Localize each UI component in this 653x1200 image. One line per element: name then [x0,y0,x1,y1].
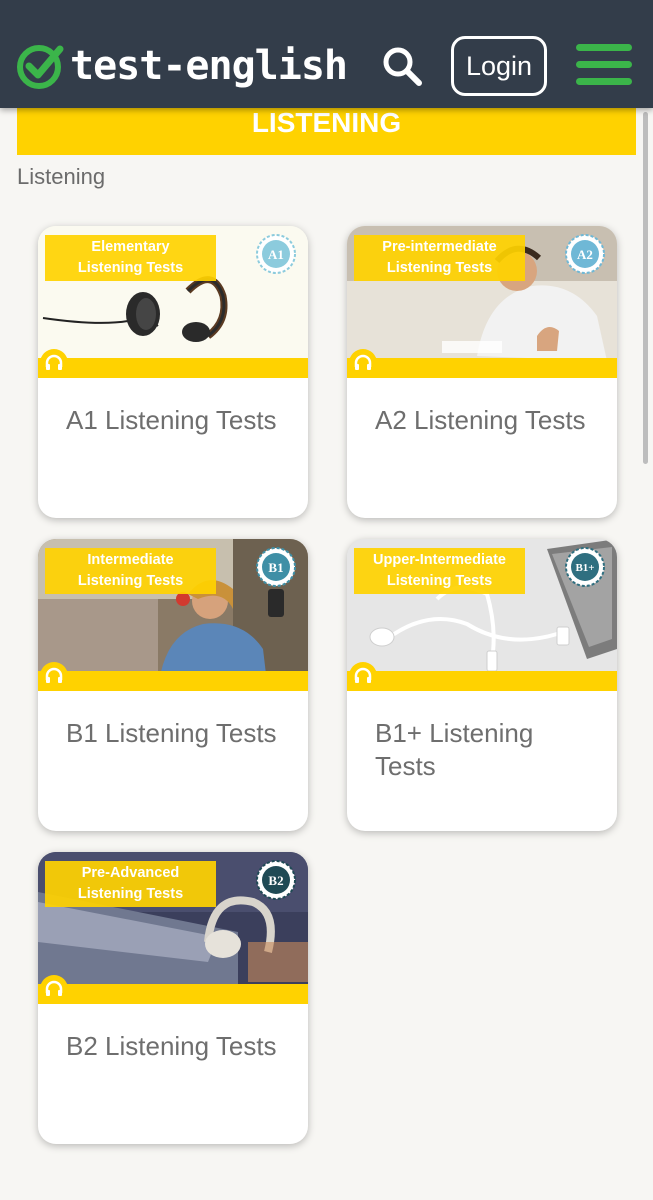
level-badge-icon: B1+ [565,547,605,587]
card-title[interactable]: A1 Listening Tests [66,404,286,437]
image-strip [38,358,308,378]
site-logo[interactable]: test-english [16,40,348,92]
search-button[interactable] [380,44,424,88]
hamburger-menu-icon [576,44,632,51]
badge-text: A1 [268,247,284,262]
label-line: Pre-Advanced [81,865,180,881]
level-badge-icon: A2 [565,234,605,274]
level-badge-icon: B2 [256,860,296,900]
card-image: Pre-intermediate Listening Tests A2 [347,226,617,378]
card-image: Upper-Intermediate Listening Tests B1+ [347,539,617,691]
badge-text: A2 [577,247,593,262]
image-strip [38,984,308,1004]
level-badge-icon: A1 [256,234,296,274]
image-strip [347,358,617,378]
card-a1-listening[interactable]: Elementary Listening Tests A1 A1 Listeni… [38,226,308,518]
card-title[interactable]: B2 Listening Tests [66,1030,286,1063]
image-strip [347,671,617,691]
image-strip [38,671,308,691]
card-image-label: Intermediate Listening Tests [45,548,216,594]
card-b1-listening[interactable]: Intermediate Listening Tests B1 B1 Liste… [38,539,308,831]
breadcrumb[interactable]: Listening [17,164,105,190]
label-line: Listening Tests [386,573,493,589]
headphones-icon [40,975,68,1003]
label-line: Pre-intermediate [382,239,497,255]
menu-icon-bar [576,61,632,68]
check-circle-icon [17,45,64,89]
menu-icon-bar [576,78,632,85]
label-line: Elementary [91,239,170,255]
card-a2-listening[interactable]: Pre-intermediate Listening Tests A2 A2 L… [347,226,617,518]
headphones-icon [40,662,68,690]
headphones-icon [40,349,68,377]
label-line: Listening Tests [386,260,493,276]
card-b2-listening[interactable]: Pre-Advanced Listening Tests B2 B2 Liste… [38,852,308,1144]
search-icon [383,47,422,86]
card-b1plus-listening[interactable]: Upper-Intermediate Listening Tests B1+ B… [347,539,617,831]
card-image: Pre-Advanced Listening Tests B2 [38,852,308,1004]
label-line: Upper-Intermediate [373,552,506,568]
label-line: Intermediate [87,552,174,568]
level-badge-icon: B1 [256,547,296,587]
card-image: Intermediate Listening Tests B1 [38,539,308,691]
label-line: Listening Tests [77,886,184,902]
section-title: LISTENING [251,107,402,138]
card-title[interactable]: A2 Listening Tests [375,404,595,437]
login-button[interactable]: Login [451,36,547,96]
card-image-label: Elementary Listening Tests [45,235,216,281]
card-image-label: Upper-Intermediate Listening Tests [354,548,525,594]
top-navigation-bar: test-english Login [0,0,653,108]
card-image-label: Pre-Advanced Listening Tests [45,861,216,907]
scrollbar[interactable] [643,112,648,464]
headphones-icon [349,349,377,377]
section-banner: LISTENING [17,104,636,155]
hamburger-menu-button[interactable] [576,44,632,86]
label-line: Listening Tests [77,573,184,589]
badge-text: B1 [268,560,283,575]
card-image: Elementary Listening Tests A1 [38,226,308,378]
card-image-label: Pre-intermediate Listening Tests [354,235,525,281]
card-title[interactable]: B1 Listening Tests [66,717,286,750]
headphones-icon [349,662,377,690]
card-title[interactable]: B1+ Listening Tests [375,717,595,783]
label-line: Listening Tests [77,260,184,276]
badge-text: B1+ [575,562,594,574]
badge-text: B2 [268,873,283,888]
logo-text: test-english [70,43,348,89]
